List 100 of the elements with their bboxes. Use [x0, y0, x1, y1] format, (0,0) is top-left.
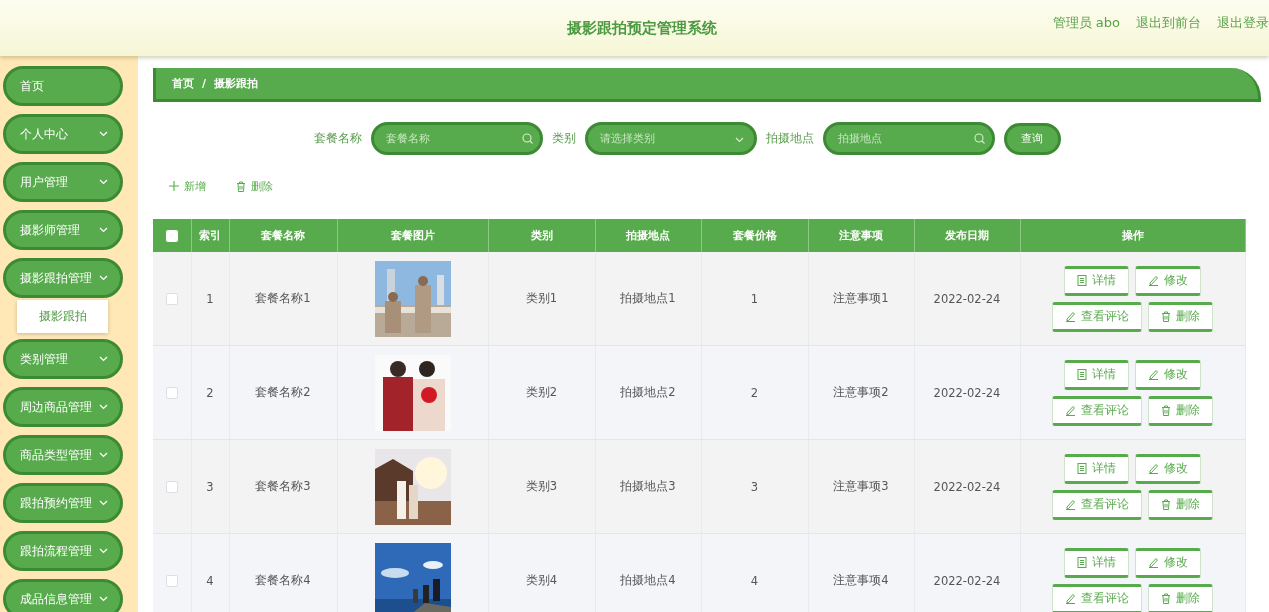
row-checkbox[interactable]	[165, 387, 178, 399]
action-button[interactable]: 删除	[1148, 301, 1214, 332]
table-cell: 1	[701, 252, 808, 346]
action-button[interactable]: 修改	[1135, 265, 1202, 296]
menu-item[interactable]: 跟拍流程管理	[3, 531, 123, 571]
action-button[interactable]: 详情	[1064, 453, 1130, 484]
row-checkbox[interactable]	[165, 481, 178, 493]
menu-item[interactable]: 个人中心	[3, 114, 123, 154]
action-button[interactable]: 删除	[1148, 395, 1214, 426]
column-header: 套餐名称	[229, 219, 337, 252]
document-icon	[1077, 463, 1088, 474]
table-cell: 套餐名称4	[229, 533, 337, 612]
table-cell: 2	[191, 345, 229, 440]
column-header: 注意事项	[808, 219, 914, 252]
chevron-down-icon	[99, 500, 108, 506]
column-header: 套餐价格	[701, 219, 808, 252]
header-link[interactable]: 退出到前台	[1136, 14, 1201, 32]
plus-icon	[169, 181, 179, 191]
table-cell: 注意事项1	[808, 252, 914, 346]
action-button[interactable]: 修改	[1135, 547, 1202, 578]
table-cell: 类别3	[488, 439, 595, 534]
field-label: 套餐名称	[313, 131, 362, 146]
action-button[interactable]: 详情	[1064, 547, 1130, 578]
chevron-down-icon	[99, 356, 108, 362]
menu-item[interactable]: 成品信息管理	[3, 579, 123, 612]
chevron-down-icon	[99, 275, 108, 281]
column-header: 类别	[488, 219, 595, 252]
chevron-down-icon	[99, 452, 108, 458]
trash-icon	[1161, 499, 1172, 510]
document-icon	[1077, 369, 1088, 380]
column-header: 索引	[191, 219, 229, 252]
pencil-icon	[1148, 369, 1160, 380]
document-icon	[1077, 275, 1088, 286]
action-button[interactable]: 查看评论	[1052, 583, 1143, 612]
column-header: 操作	[1020, 219, 1246, 252]
pencil-icon	[1065, 593, 1077, 604]
table-cell: 2022-02-24	[914, 252, 1020, 346]
table-cell: 注意事项2	[808, 345, 914, 440]
table-cell: 拍摄地点4	[595, 533, 701, 612]
table-cell: 类别2	[488, 345, 595, 440]
document-icon	[1077, 557, 1088, 568]
table-cell: 套餐名称1	[229, 252, 337, 346]
action-button[interactable]: 详情	[1064, 265, 1130, 296]
menu-item[interactable]: 类别管理	[3, 339, 123, 379]
menu-item[interactable]: 摄影师管理	[3, 210, 123, 250]
column-header: 拍摄地点	[595, 219, 701, 252]
action-button[interactable]: 删除	[1148, 489, 1214, 520]
header-link[interactable]: 退出登录	[1217, 14, 1269, 32]
field-label: 类别	[551, 131, 576, 146]
table-cell: 4	[191, 533, 229, 612]
chevron-down-icon	[99, 404, 108, 410]
toolbar-button[interactable]: 删除	[236, 178, 273, 194]
search-field[interactable]: 套餐名称	[370, 122, 543, 155]
menu-item[interactable]: 首页	[3, 66, 123, 106]
action-button[interactable]: 删除	[1148, 583, 1214, 612]
breadcrumb-separator: /	[202, 77, 207, 90]
menu-item[interactable]: 跟拍预约管理	[3, 483, 123, 523]
breadcrumb-item[interactable]: 摄影跟拍	[214, 76, 259, 91]
action-button[interactable]: 查看评论	[1052, 489, 1143, 520]
search-icon	[973, 133, 985, 144]
trash-icon	[236, 180, 246, 192]
action-button[interactable]: 修改	[1135, 359, 1202, 390]
toolbar-button[interactable]: 新增	[169, 178, 206, 194]
trash-icon	[1161, 311, 1172, 322]
menu-item[interactable]: 周边商品管理	[3, 387, 123, 427]
table-cell: 注意事项4	[808, 533, 914, 612]
action-button[interactable]: 修改	[1135, 453, 1202, 484]
pencil-icon	[1148, 557, 1160, 568]
chevron-down-icon	[734, 136, 744, 143]
pencil-icon	[1148, 463, 1160, 474]
search-field[interactable]: 拍摄地点	[822, 122, 995, 155]
action-button[interactable]: 查看评论	[1052, 395, 1143, 426]
chevron-down-icon	[99, 548, 108, 554]
menu-item[interactable]: 用户管理	[3, 162, 123, 202]
table-cell: 3	[191, 439, 229, 534]
row-checkbox[interactable]	[165, 293, 178, 305]
pencil-icon	[1065, 499, 1077, 510]
table-cell: 2022-02-24	[914, 345, 1020, 440]
menu-item[interactable]: 商品类型管理	[3, 435, 123, 475]
breadcrumb-item[interactable]: 首页	[172, 76, 194, 91]
table-cell: 类别1	[488, 252, 595, 346]
table-cell: 拍摄地点1	[595, 252, 701, 346]
chevron-down-icon	[99, 179, 108, 185]
action-button[interactable]: 详情	[1064, 359, 1130, 390]
action-button[interactable]: 查看评论	[1052, 301, 1143, 332]
search-icon	[521, 133, 533, 144]
submenu-item[interactable]: 摄影跟拍	[17, 300, 108, 333]
row-checkbox[interactable]	[165, 575, 178, 587]
column-header: 套餐图片	[337, 219, 488, 252]
pencil-icon	[1065, 405, 1077, 416]
menu-item[interactable]: 摄影跟拍管理	[3, 258, 123, 298]
table-cell: 3	[701, 439, 808, 534]
select-field[interactable]: 请选择类别	[584, 122, 757, 155]
table-cell: 2	[701, 345, 808, 440]
query-button[interactable]: 查询	[1003, 122, 1061, 155]
table-cell: 1	[191, 252, 229, 346]
select-all-checkbox[interactable]	[165, 230, 178, 242]
column-header: 发布日期	[914, 219, 1020, 252]
header-link[interactable]: 管理员 abo	[1052, 14, 1120, 32]
table-cell: 4	[701, 533, 808, 612]
